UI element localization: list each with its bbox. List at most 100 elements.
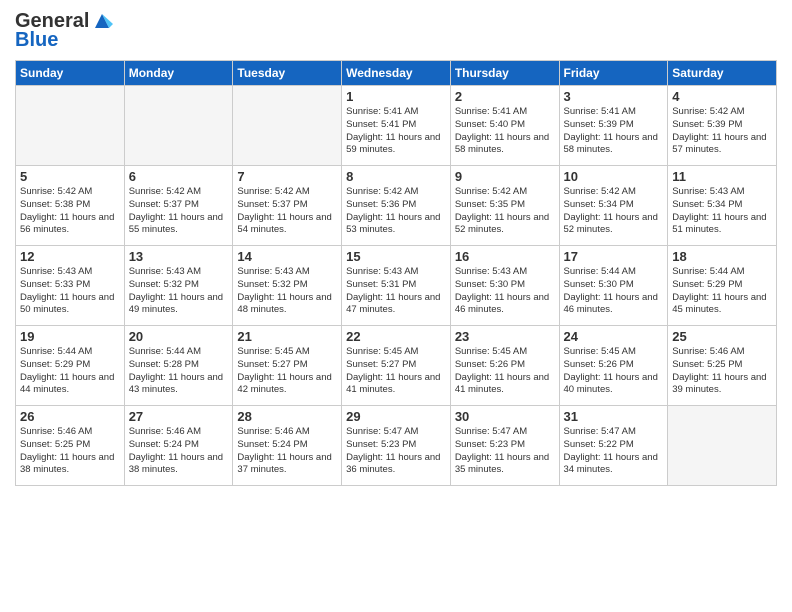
day-info: Sunrise: 5:45 AM Sunset: 5:26 PM Dayligh… <box>564 346 664 397</box>
day-number: 22 <box>346 329 446 344</box>
day-info: Sunrise: 5:43 AM Sunset: 5:30 PM Dayligh… <box>455 266 555 317</box>
day-info: Sunrise: 5:45 AM Sunset: 5:26 PM Dayligh… <box>455 346 555 397</box>
day-info: Sunrise: 5:43 AM Sunset: 5:32 PM Dayligh… <box>237 266 337 317</box>
day-number: 10 <box>564 169 664 184</box>
weekday-header-row: SundayMondayTuesdayWednesdayThursdayFrid… <box>16 61 777 86</box>
day-number: 5 <box>20 169 120 184</box>
logo-icon <box>91 10 113 32</box>
day-number: 21 <box>237 329 337 344</box>
day-info: Sunrise: 5:44 AM Sunset: 5:30 PM Dayligh… <box>564 266 664 317</box>
calendar-cell: 29Sunrise: 5:47 AM Sunset: 5:23 PM Dayli… <box>342 406 451 486</box>
day-info: Sunrise: 5:43 AM Sunset: 5:31 PM Dayligh… <box>346 266 446 317</box>
day-number: 14 <box>237 249 337 264</box>
calendar-cell: 22 Sunrise: 5:45 AM Sunset: 5:27 PM Dayli… <box>342 326 451 406</box>
day-info: Sunrise: 5:42 AM Sunset: 5:35 PM Dayligh… <box>455 186 555 237</box>
calendar-cell <box>668 406 777 486</box>
day-number: 11 <box>672 169 772 184</box>
day-number: 30 <box>455 409 555 424</box>
day-number: 15 <box>346 249 446 264</box>
day-info: Sunrise: 5:46 AM Sunset: 5:25 PM Dayligh… <box>20 426 120 477</box>
calendar-cell: 12 Sunrise: 5:43 AM Sunset: 5:33 PM Dayli… <box>16 246 125 326</box>
calendar-cell: 4Sunrise: 5:42 AM Sunset: 5:39 PM Daylig… <box>668 86 777 166</box>
weekday-header-tuesday: Tuesday <box>233 61 342 86</box>
calendar-cell: 16 Sunrise: 5:43 AM Sunset: 5:30 PM Dayli… <box>450 246 559 326</box>
calendar-cell: 1 Sunrise: 5:41 AM Sunset: 5:41 PM Daylig… <box>342 86 451 166</box>
calendar-cell: 20Sunrise: 5:44 AM Sunset: 5:28 PM Dayli… <box>124 326 233 406</box>
weekday-header-monday: Monday <box>124 61 233 86</box>
weekday-header-wednesday: Wednesday <box>342 61 451 86</box>
day-number: 23 <box>455 329 555 344</box>
day-number: 12 <box>20 249 120 264</box>
day-info: Sunrise: 5:47 AM Sunset: 5:23 PM Dayligh… <box>455 426 555 477</box>
calendar-cell: 31 Sunrise: 5:47 AM Sunset: 5:22 PM Dayli… <box>559 406 668 486</box>
day-number: 8 <box>346 169 446 184</box>
calendar-cell: 10Sunrise: 5:42 AM Sunset: 5:34 PM Dayli… <box>559 166 668 246</box>
calendar-cell: 23 Sunrise: 5:45 AM Sunset: 5:26 PM Dayli… <box>450 326 559 406</box>
day-number: 2 <box>455 89 555 104</box>
day-info: Sunrise: 5:45 AM Sunset: 5:27 PM Dayligh… <box>237 346 337 397</box>
calendar-cell: 17 Sunrise: 5:44 AM Sunset: 5:30 PM Dayli… <box>559 246 668 326</box>
day-number: 9 <box>455 169 555 184</box>
calendar-cell: 6 Sunrise: 5:42 AM Sunset: 5:37 PM Daylig… <box>124 166 233 246</box>
day-info: Sunrise: 5:43 AM Sunset: 5:32 PM Dayligh… <box>129 266 229 317</box>
day-info: Sunrise: 5:41 AM Sunset: 5:41 PM Dayligh… <box>346 106 446 157</box>
day-info: Sunrise: 5:41 AM Sunset: 5:39 PM Dayligh… <box>564 106 664 157</box>
day-info: Sunrise: 5:44 AM Sunset: 5:29 PM Dayligh… <box>672 266 772 317</box>
header: General Blue <box>15 10 777 52</box>
day-info: Sunrise: 5:45 AM Sunset: 5:27 PM Dayligh… <box>346 346 446 397</box>
logo: General Blue <box>15 10 113 52</box>
day-info: Sunrise: 5:41 AM Sunset: 5:40 PM Dayligh… <box>455 106 555 157</box>
day-number: 31 <box>564 409 664 424</box>
day-number: 26 <box>20 409 120 424</box>
calendar-cell: 24Sunrise: 5:45 AM Sunset: 5:26 PM Dayli… <box>559 326 668 406</box>
calendar-cell <box>16 86 125 166</box>
week-row-3: 19Sunrise: 5:44 AM Sunset: 5:29 PM Dayli… <box>16 326 777 406</box>
calendar-cell: 9 Sunrise: 5:42 AM Sunset: 5:35 PM Daylig… <box>450 166 559 246</box>
day-info: Sunrise: 5:47 AM Sunset: 5:22 PM Dayligh… <box>564 426 664 477</box>
week-row-4: 26 Sunrise: 5:46 AM Sunset: 5:25 PM Dayli… <box>16 406 777 486</box>
day-number: 3 <box>564 89 664 104</box>
calendar-cell: 3 Sunrise: 5:41 AM Sunset: 5:39 PM Daylig… <box>559 86 668 166</box>
calendar-cell: 27Sunrise: 5:46 AM Sunset: 5:24 PM Dayli… <box>124 406 233 486</box>
day-number: 4 <box>672 89 772 104</box>
day-info: Sunrise: 5:46 AM Sunset: 5:24 PM Dayligh… <box>129 426 229 477</box>
weekday-header-sunday: Sunday <box>16 61 125 86</box>
calendar-cell: 18 Sunrise: 5:44 AM Sunset: 5:29 PM Dayli… <box>668 246 777 326</box>
day-number: 1 <box>346 89 446 104</box>
calendar: SundayMondayTuesdayWednesdayThursdayFrid… <box>15 60 777 486</box>
day-info: Sunrise: 5:46 AM Sunset: 5:25 PM Dayligh… <box>672 346 772 397</box>
calendar-cell <box>233 86 342 166</box>
day-number: 19 <box>20 329 120 344</box>
day-number: 17 <box>564 249 664 264</box>
day-number: 13 <box>129 249 229 264</box>
weekday-header-saturday: Saturday <box>668 61 777 86</box>
day-number: 7 <box>237 169 337 184</box>
day-number: 29 <box>346 409 446 424</box>
weekday-header-thursday: Thursday <box>450 61 559 86</box>
calendar-cell: 30 Sunrise: 5:47 AM Sunset: 5:23 PM Dayli… <box>450 406 559 486</box>
day-info: Sunrise: 5:42 AM Sunset: 5:38 PM Dayligh… <box>20 186 120 237</box>
day-number: 18 <box>672 249 772 264</box>
calendar-cell: 14 Sunrise: 5:43 AM Sunset: 5:32 PM Dayli… <box>233 246 342 326</box>
calendar-cell: 21 Sunrise: 5:45 AM Sunset: 5:27 PM Dayli… <box>233 326 342 406</box>
day-number: 6 <box>129 169 229 184</box>
logo-blue: Blue <box>15 29 58 52</box>
day-number: 25 <box>672 329 772 344</box>
calendar-cell: 28Sunrise: 5:46 AM Sunset: 5:24 PM Dayli… <box>233 406 342 486</box>
calendar-cell: 19Sunrise: 5:44 AM Sunset: 5:29 PM Dayli… <box>16 326 125 406</box>
calendar-cell: 25 Sunrise: 5:46 AM Sunset: 5:25 PM Dayli… <box>668 326 777 406</box>
day-info: Sunrise: 5:43 AM Sunset: 5:33 PM Dayligh… <box>20 266 120 317</box>
calendar-cell: 13 Sunrise: 5:43 AM Sunset: 5:32 PM Dayli… <box>124 246 233 326</box>
day-info: Sunrise: 5:42 AM Sunset: 5:36 PM Dayligh… <box>346 186 446 237</box>
day-info: Sunrise: 5:46 AM Sunset: 5:24 PM Dayligh… <box>237 426 337 477</box>
calendar-cell: 11 Sunrise: 5:43 AM Sunset: 5:34 PM Dayli… <box>668 166 777 246</box>
calendar-cell: 26 Sunrise: 5:46 AM Sunset: 5:25 PM Dayli… <box>16 406 125 486</box>
day-number: 16 <box>455 249 555 264</box>
calendar-cell: 15 Sunrise: 5:43 AM Sunset: 5:31 PM Dayli… <box>342 246 451 326</box>
day-number: 20 <box>129 329 229 344</box>
calendar-cell: 2 Sunrise: 5:41 AM Sunset: 5:40 PM Daylig… <box>450 86 559 166</box>
day-info: Sunrise: 5:43 AM Sunset: 5:34 PM Dayligh… <box>672 186 772 237</box>
day-info: Sunrise: 5:42 AM Sunset: 5:37 PM Dayligh… <box>129 186 229 237</box>
day-info: Sunrise: 5:42 AM Sunset: 5:37 PM Dayligh… <box>237 186 337 237</box>
calendar-cell: 7 Sunrise: 5:42 AM Sunset: 5:37 PM Daylig… <box>233 166 342 246</box>
